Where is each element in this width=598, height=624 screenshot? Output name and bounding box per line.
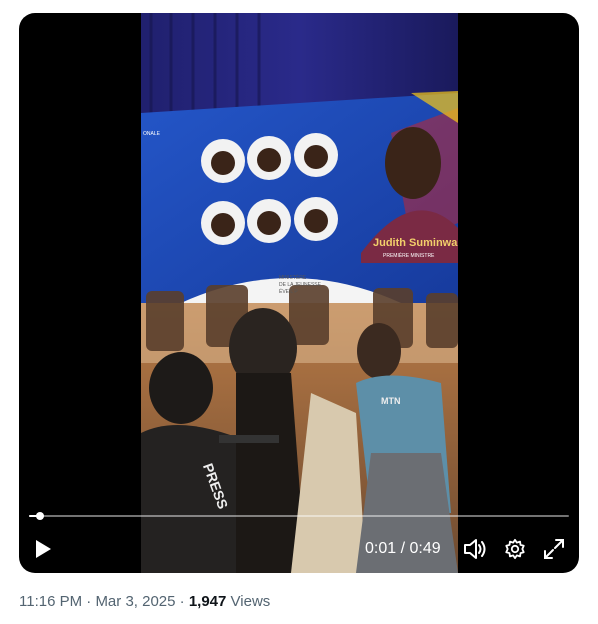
progress-thumb[interactable] <box>35 512 44 520</box>
progress-bar[interactable] <box>29 512 569 520</box>
post-time-link[interactable]: 11:16 PM <box>19 593 82 610</box>
views-count: 1,947 <box>188 593 227 610</box>
meta-dot: · <box>179 593 185 610</box>
player-controls: 0:01 / 0:49 <box>19 533 579 565</box>
screen-speaker-name: Judith Suminwa <box>373 237 458 249</box>
meta-dot: · <box>86 593 92 610</box>
play-button[interactable] <box>27 533 59 565</box>
post-meta: 11:16 PM · Mar 3, 2025 · 1,947 Views <box>19 593 270 610</box>
post-date-link[interactable]: Mar 3, 2025 <box>95 593 175 610</box>
video-frame[interactable]: Judith Suminwa PREMIÈRE MINISTRE MINISTÈ… <box>141 13 458 573</box>
gear-icon <box>505 538 525 560</box>
video-scene <box>141 13 458 573</box>
screen-edge-text: ONALE <box>143 131 160 137</box>
speaker-icon <box>464 539 486 559</box>
vest-brand-text: MTN <box>381 396 401 406</box>
expand-icon <box>544 539 564 559</box>
current-time: 0:01 <box>365 540 397 557</box>
screen-speaker-role: PREMIÈRE MINISTRE <box>383 253 435 259</box>
time-display: 0:01 / 0:49 <box>365 540 441 558</box>
screen-ministry-line1: MINISTÈRE <box>279 275 307 281</box>
screen-ministry-line2: DE LA JEUNESSE <box>279 282 321 288</box>
time-separator: / <box>400 540 406 557</box>
volume-button[interactable] <box>459 533 491 565</box>
views-label: Views <box>230 593 271 610</box>
screen-ministry-line3: ÉVEIL P <box>279 289 298 295</box>
settings-button[interactable] <box>499 533 531 565</box>
play-icon <box>36 540 51 558</box>
video-player[interactable]: Judith Suminwa PREMIÈRE MINISTRE MINISTÈ… <box>19 13 579 573</box>
duration: 0:49 <box>409 540 441 557</box>
fullscreen-button[interactable] <box>538 533 570 565</box>
